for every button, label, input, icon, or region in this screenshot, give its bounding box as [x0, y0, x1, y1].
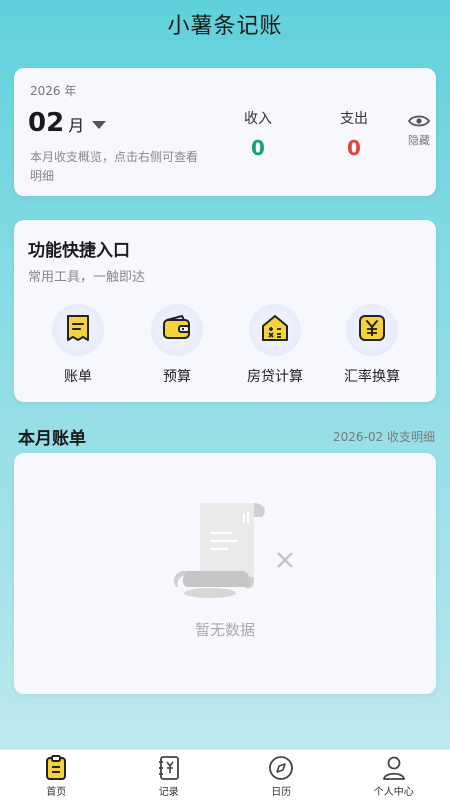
tool-label: 汇率换算: [344, 369, 400, 385]
yen-icon: [358, 314, 386, 346]
expense-label: 支出: [340, 111, 368, 127]
tool-exchange-rate[interactable]: 汇率换算: [332, 304, 412, 386]
tool-budget[interactable]: 预算: [137, 304, 217, 386]
month-number: 02: [28, 108, 65, 138]
summary-hint: 本月收支概览，点击右侧可查看明细: [30, 150, 199, 183]
nav-label: 记录: [158, 787, 179, 798]
bills-detail-link[interactable]: 2026-02 收支明细: [333, 428, 435, 445]
monthly-summary-card[interactable]: 2026 年 02 月 本月收支概览，点击右侧可查看明细 收入 0 支出 0 隐…: [14, 68, 436, 196]
nav-item-record[interactable]: 记录: [113, 750, 226, 800]
nav-item-calendar[interactable]: 日历: [225, 750, 338, 800]
bills-title: 本月账单: [18, 429, 86, 449]
empty-receipt-icon: [172, 501, 297, 605]
compass-icon: [225, 755, 338, 781]
user-icon: [338, 755, 450, 781]
tool-bill[interactable]: 账单: [38, 304, 118, 386]
quick-title: 功能快捷入口: [28, 241, 130, 261]
wallet-icon: [162, 315, 192, 345]
app-title: 小薯条记账: [167, 14, 283, 39]
bills-card: 暂无数据: [14, 453, 436, 694]
nav-label: 日历: [271, 787, 292, 798]
notebook-icon: [113, 755, 226, 781]
tool-label: 账单: [64, 369, 92, 385]
tool-label: 预算: [163, 369, 191, 385]
nav-label: 个人中心: [373, 787, 414, 798]
nav-item-home[interactable]: 首页: [0, 750, 113, 800]
income-stat[interactable]: 收入 0: [228, 108, 288, 160]
bottom-nav: 首页 记录 日历 个人中心: [0, 749, 450, 800]
month-unit: 月: [68, 116, 85, 135]
hide-label: 隐藏: [408, 134, 430, 147]
empty-text: 暂无数据: [194, 621, 255, 639]
nav-item-profile[interactable]: 个人中心: [338, 750, 450, 800]
tool-label: 房贷计算: [247, 369, 303, 385]
expense-value: 0: [347, 136, 361, 160]
house-calc-icon: [260, 313, 290, 347]
year-label: 2026 年: [30, 84, 77, 98]
clipboard-icon: [0, 755, 113, 781]
income-value: 0: [251, 136, 265, 160]
quick-subtitle: 常用工具，一触即达: [28, 270, 146, 285]
eye-icon: [398, 114, 440, 128]
month-selector[interactable]: 02 月: [28, 108, 107, 138]
quick-entry-card: 功能快捷入口 常用工具，一触即达 账单 预算 房贷计算 汇率换算: [14, 220, 436, 402]
caret-down-icon[interactable]: [92, 121, 107, 129]
tool-mortgage-calc[interactable]: 房贷计算: [235, 304, 315, 386]
nav-label: 首页: [46, 787, 67, 798]
expense-stat[interactable]: 支出 0: [324, 108, 384, 160]
bill-icon: [64, 313, 92, 347]
hide-amount-button[interactable]: 隐藏: [398, 114, 440, 148]
income-label: 收入: [244, 111, 272, 127]
